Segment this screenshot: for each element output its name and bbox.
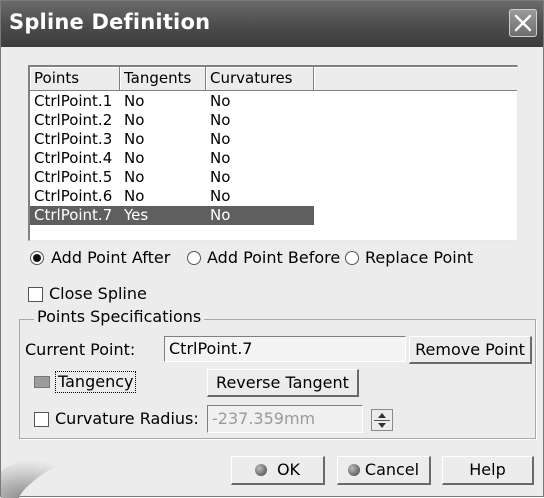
reverse-tangent-button[interactable]: Reverse Tangent (207, 369, 359, 397)
tangent-cell: No (124, 130, 145, 148)
spin-down-icon[interactable] (378, 423, 386, 428)
cancel-button[interactable]: Cancel (337, 456, 431, 485)
dialog-title: Spline Definition (9, 10, 211, 34)
point-cell: CtrlPoint.3 (34, 130, 113, 148)
curvature-radius-field[interactable]: -237.359mm (207, 405, 363, 433)
add-point-before-radio[interactable] (187, 251, 201, 265)
table-row[interactable]: CtrlPoint.2 No No (30, 111, 314, 130)
spline-definition-dialog: Spline Definition Points Tangents Curvat… (0, 0, 544, 498)
column-header-empty (314, 67, 517, 91)
point-cell: CtrlPoint.5 (34, 168, 113, 186)
curvature-cell: No (210, 149, 231, 167)
point-cell: CtrlPoint.1 (34, 92, 113, 110)
tangent-cell: Yes (124, 206, 149, 224)
points-specifications-legend: Points Specifications (34, 307, 205, 326)
replace-point-label[interactable]: Replace Point (365, 248, 473, 267)
table-row[interactable]: CtrlPoint.5 No No (30, 168, 314, 187)
curvature-radius-label[interactable]: Curvature Radius: (55, 409, 199, 428)
point-cell: CtrlPoint.4 (34, 149, 113, 167)
curvature-radius-checkbox[interactable] (34, 412, 49, 427)
current-point-field[interactable]: CtrlPoint.7 (164, 336, 406, 362)
current-point-label: Current Point: (25, 340, 136, 359)
curvature-cell: No (210, 187, 231, 205)
remove-point-button[interactable]: Remove Point (409, 336, 532, 364)
curvature-cell: No (210, 168, 231, 186)
close-spline-checkbox[interactable] (28, 287, 43, 302)
replace-point-radio[interactable] (345, 251, 359, 265)
cancel-label: Cancel (364, 460, 420, 479)
ok-button[interactable]: OK (231, 456, 325, 485)
add-point-after-radio[interactable] (30, 251, 44, 265)
tangent-cell: No (124, 111, 145, 129)
column-header-tangents[interactable]: Tangents (120, 67, 206, 91)
tangent-cell: No (124, 92, 145, 110)
close-icon (514, 14, 532, 32)
column-header-curvatures[interactable]: Curvatures (206, 67, 314, 91)
tangent-cell: No (124, 149, 145, 167)
points-list[interactable]: Points Tangents Curvatures CtrlPoint.1 N… (28, 65, 518, 241)
ok-icon (254, 464, 267, 476)
tangent-cell: No (124, 187, 145, 205)
table-row[interactable]: CtrlPoint.1 No No (30, 92, 314, 111)
tangency-label[interactable]: Tangency (55, 371, 137, 393)
tangency-indicator-icon[interactable] (34, 376, 50, 388)
table-row[interactable]: CtrlPoint.4 No No (30, 149, 314, 168)
close-spline-label[interactable]: Close Spline (49, 284, 147, 303)
table-row-selected[interactable]: CtrlPoint.7 Yes No (30, 206, 314, 225)
close-button[interactable] (509, 9, 537, 37)
tangent-cell: No (124, 168, 145, 186)
column-header-points[interactable]: Points (30, 67, 120, 91)
add-point-before-label[interactable]: Add Point Before (207, 248, 340, 267)
curvature-cell: No (210, 92, 231, 110)
spinner-divider (374, 420, 390, 421)
table-row[interactable]: CtrlPoint.3 No No (30, 130, 314, 149)
curvature-radius-spinner[interactable] (371, 409, 393, 431)
title-bar: Spline Definition (1, 1, 543, 47)
help-button[interactable]: Help (442, 456, 534, 485)
table-row[interactable]: CtrlPoint.6 No No (30, 187, 314, 206)
add-point-after-label[interactable]: Add Point After (51, 248, 170, 267)
spin-up-icon[interactable] (378, 413, 386, 418)
curvature-cell: No (210, 206, 231, 224)
cancel-icon (347, 464, 360, 476)
curvature-cell: No (210, 130, 231, 148)
point-cell: CtrlPoint.7 (34, 206, 113, 224)
point-cell: CtrlPoint.2 (34, 111, 113, 129)
point-cell: CtrlPoint.6 (34, 187, 113, 205)
decorative-swoosh-icon (1, 455, 81, 498)
curvature-cell: No (210, 111, 231, 129)
ok-label: OK (276, 460, 301, 479)
